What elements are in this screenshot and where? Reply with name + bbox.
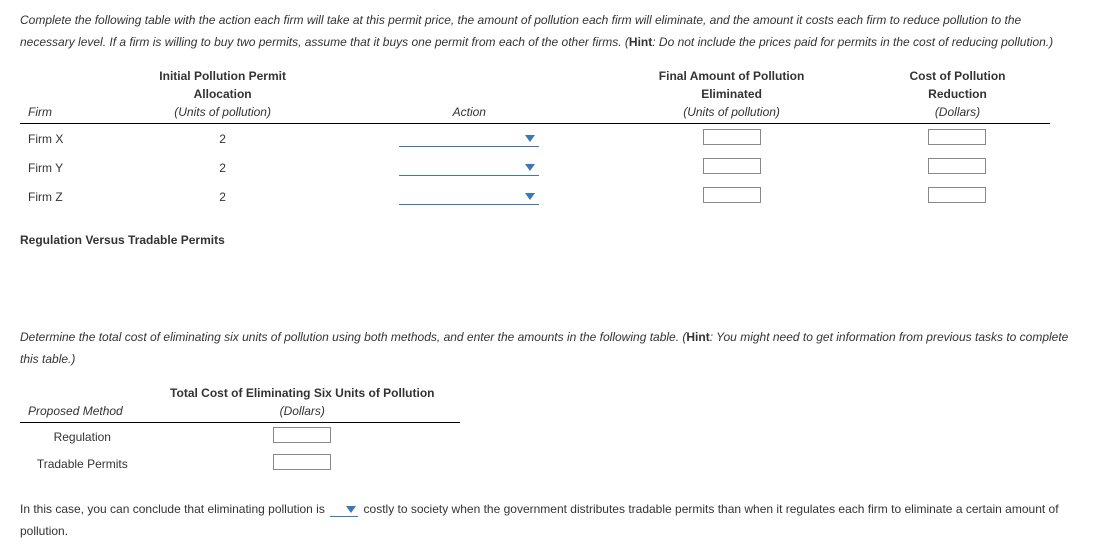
col-cost-sub: (Dollars) (865, 103, 1050, 124)
instruction-2: Determine the total cost of eliminating … (20, 327, 1074, 370)
eliminated-input[interactable] (703, 129, 761, 145)
col-cost-h2: Reduction (865, 85, 1050, 103)
conclusion: In this case, you can conclude that elim… (20, 499, 1074, 542)
action-dropdown[interactable] (399, 160, 539, 176)
col-final-sub: (Units of pollution) (598, 103, 865, 124)
col-totalcost-h1: Total Cost of Eliminating Six Units of P… (145, 384, 460, 402)
col-cost-h1: Cost of Pollution (865, 67, 1050, 85)
firm-label: Firm Z (20, 182, 105, 211)
method-label: Tradable Permits (20, 450, 145, 477)
col-totalcost-sub: (Dollars) (145, 402, 460, 423)
col-alloc-sub: (Units of pollution) (105, 103, 341, 124)
conclusion-dropdown[interactable] (330, 503, 358, 517)
eliminated-input[interactable] (703, 158, 761, 174)
col-final-h1: Final Amount of Pollution (598, 67, 865, 85)
col-final-h2: Eliminated (598, 85, 865, 103)
action-dropdown[interactable] (399, 189, 539, 205)
firm-label: Firm X (20, 124, 105, 154)
col-method: Proposed Method (20, 402, 145, 423)
cost-input[interactable] (928, 187, 986, 203)
col-alloc-h2: Allocation (105, 85, 341, 103)
method-table: Total Cost of Eliminating Six Units of P… (20, 384, 460, 477)
section-heading: Regulation Versus Tradable Permits (20, 233, 1074, 247)
totalcost-input[interactable] (273, 427, 331, 443)
eliminated-input[interactable] (703, 187, 761, 203)
chevron-down-icon (525, 193, 535, 200)
firm-table: Initial Pollution Permit Final Amount of… (20, 67, 1050, 211)
instruction-1: Complete the following table with the ac… (20, 10, 1074, 53)
alloc-value: 2 (105, 153, 341, 182)
table-row: Firm X 2 (20, 124, 1050, 154)
chevron-down-icon (346, 506, 356, 513)
table-row: Regulation (20, 423, 460, 451)
totalcost-input[interactable] (273, 454, 331, 470)
col-alloc-h1: Initial Pollution Permit (105, 67, 341, 85)
alloc-value: 2 (105, 124, 341, 154)
chevron-down-icon (525, 135, 535, 142)
cost-input[interactable] (928, 129, 986, 145)
chevron-down-icon (525, 164, 535, 171)
table-row: Firm Z 2 (20, 182, 1050, 211)
col-action: Action (340, 103, 598, 124)
method-label: Regulation (20, 423, 145, 451)
action-dropdown[interactable] (399, 131, 539, 147)
table-row: Firm Y 2 (20, 153, 1050, 182)
table-row: Tradable Permits (20, 450, 460, 477)
alloc-value: 2 (105, 182, 341, 211)
cost-input[interactable] (928, 158, 986, 174)
firm-label: Firm Y (20, 153, 105, 182)
col-firm: Firm (20, 103, 105, 124)
